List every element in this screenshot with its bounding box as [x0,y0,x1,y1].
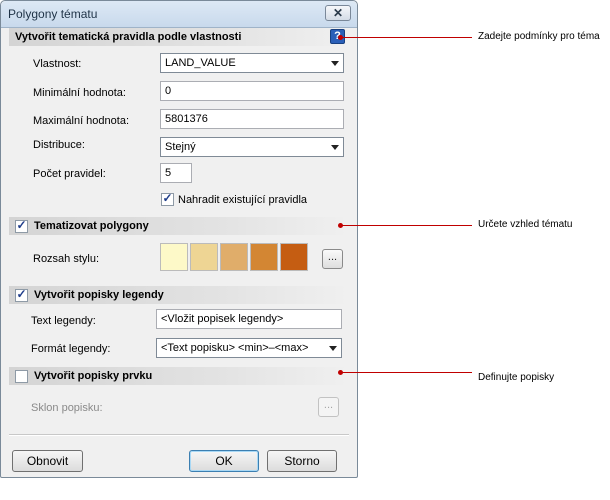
callout-dot-conditions [338,35,343,40]
rule-count-label: Počet pravidel: [33,168,106,180]
callout-dot-appearance [338,223,343,228]
label-tilt-label: Sklon popisku: [31,402,103,414]
section-theme-polygons: ✓ Tematizovat polygony [9,217,349,235]
legend-text-label: Text legendy: [31,315,96,327]
theme-polygons-checkbox[interactable]: ✓ [15,218,28,233]
annotation-labels: Definujte popisky [478,372,555,383]
section-feature-labels-title: Vytvořit popisky prvku [34,370,153,382]
property-select-value: LAND_VALUE [165,57,236,69]
theme-polygons-dialog: Polygony tématu ✕ Vytvořit tematická pra… [0,0,358,478]
ok-button[interactable]: OK [189,450,259,472]
checkmark-icon: ✓ [16,218,27,232]
cancel-button[interactable]: Storno [267,450,337,472]
min-value-input[interactable]: 0 [160,81,344,101]
style-swatch-4[interactable] [250,243,278,271]
checkmark-icon: ✓ [162,191,173,205]
max-value-label: Maximální hodnota: [33,115,129,127]
checkmark-icon: ✓ [16,287,27,301]
callout-line-conditions [340,37,472,38]
section-create-rules-title: Vytvořit tematická pravidla podle vlastn… [15,31,242,43]
callout-line-labels [340,372,472,373]
section-legend-labels-title: Vytvořit popisky legendy [34,289,164,301]
annotation-appearance: Určete vzhled tématu [478,219,573,230]
legend-format-label: Formát legendy: [31,343,111,355]
close-icon: ✕ [332,6,344,20]
style-swatch-2[interactable] [190,243,218,271]
dialog-divider [9,434,349,436]
property-select[interactable]: LAND_VALUE [160,53,344,73]
replace-rules-checkbox[interactable]: ✓ [161,191,174,206]
feature-labels-checkbox[interactable] [15,370,28,383]
distribution-select[interactable]: Stejný [160,137,344,157]
legend-text-input[interactable]: <Vložit popisek legendy> [156,309,342,329]
reset-button[interactable]: Obnovit [12,450,83,472]
checkbox-box: ✓ [161,191,174,206]
callout-dot-labels [338,370,343,375]
legend-labels-checkbox[interactable]: ✓ [15,287,28,302]
max-value-input[interactable]: 5801376 [160,109,344,129]
chevron-down-icon [329,346,337,351]
close-button[interactable]: ✕ [325,5,351,21]
replace-rules-label: Nahradit existující pravidla [178,194,308,206]
callout-line-appearance [340,225,472,226]
chevron-down-icon [331,145,339,150]
section-theme-polygons-title: Tematizovat polygony [34,220,149,232]
label-tilt-browse-button[interactable]: ... [318,397,339,417]
legend-format-select-value: <Text popisku> <min>–<max> [161,342,309,354]
chevron-down-icon [331,61,339,66]
rule-count-input[interactable]: 5 [160,163,192,183]
legend-format-select[interactable]: <Text popisku> <min>–<max> [156,338,342,358]
distribution-label: Distribuce: [33,139,85,151]
section-create-rules: Vytvořit tematická pravidla podle vlastn… [9,28,349,46]
style-range-browse-button[interactable]: ... [322,249,343,269]
style-swatch-1[interactable] [160,243,188,271]
title-bar: Polygony tématu ✕ [1,1,357,28]
style-swatch-3[interactable] [220,243,248,271]
style-range-label: Rozsah stylu: [33,253,100,265]
section-legend-labels: ✓ Vytvořit popisky legendy [9,286,349,304]
dialog-title: Polygony tématu [8,7,98,21]
distribution-select-value: Stejný [165,141,196,153]
property-label: Vlastnost: [33,58,82,70]
min-value-label: Minimální hodnota: [33,87,126,99]
annotation-conditions: Zadejte podmínky pro téma [478,31,600,42]
style-swatch-5[interactable] [280,243,308,271]
section-feature-labels: Vytvořit popisky prvku [9,367,349,385]
